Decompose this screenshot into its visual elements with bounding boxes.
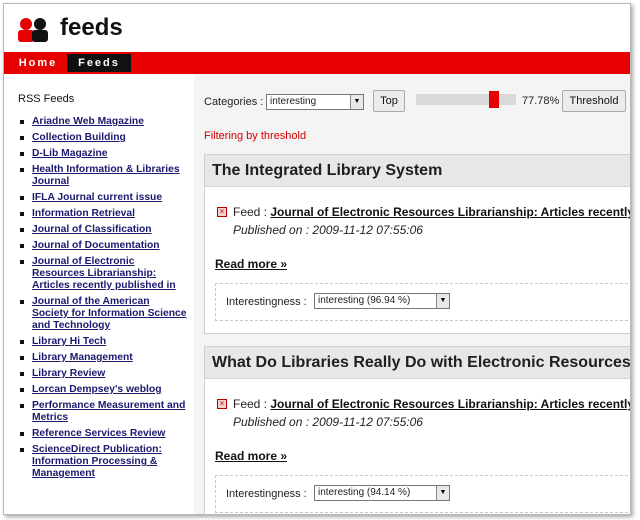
interestingness-label: Interestingness :: [226, 296, 307, 308]
broken-image-icon: ×: [217, 399, 227, 409]
threshold-slider[interactable]: [416, 94, 516, 105]
feed-link[interactable]: Collection Building: [32, 132, 126, 143]
categories-selected-value: interesting: [270, 96, 317, 107]
chevron-down-icon: ▼: [436, 486, 449, 500]
article-header: The Integrated Library System: [205, 155, 630, 187]
article-feed-line: Feed : Journal of Electronic Resources L…: [233, 205, 630, 219]
sidebar: RSS Feeds Ariadne Web Magazine Collectio…: [4, 74, 194, 514]
list-item: IFLA Journal current issue: [18, 192, 188, 204]
article-title[interactable]: What Do Libraries Really Do with Electro…: [212, 354, 630, 372]
site-title: feeds: [60, 14, 123, 41]
chevron-down-icon: ▼: [436, 294, 449, 308]
feed-link[interactable]: Journal of Documentation: [32, 240, 160, 251]
interestingness-select[interactable]: interesting (96.94 %) ▼: [314, 293, 450, 309]
list-item: Lorcan Dempsey's weblog: [18, 384, 188, 396]
list-item: Reference Services Review: [18, 428, 188, 440]
feed-link[interactable]: Reference Services Review: [32, 428, 165, 439]
list-item: Journal of Electronic Resources Libraria…: [18, 256, 188, 292]
interestingness-select[interactable]: interesting (94.14 %) ▼: [314, 485, 450, 501]
feed-link[interactable]: IFLA Journal current issue: [32, 192, 162, 203]
interestingness-value: interesting (96.94 %): [318, 295, 411, 306]
main-content: Categories : interesting ▼ Top 77.78% Th…: [194, 74, 630, 514]
list-item: Health Information & Libraries Journal: [18, 164, 188, 188]
list-item: ScienceDirect Publication: Information P…: [18, 444, 188, 480]
list-item: Performance Measurement and Metrics: [18, 400, 188, 424]
threshold-value: 77.78%: [522, 95, 560, 107]
interestingness-label: Interestingness :: [226, 488, 307, 500]
top-button[interactable]: Top: [373, 90, 405, 112]
site-header: feeds: [4, 4, 630, 52]
people-icon: [18, 18, 48, 42]
article-title[interactable]: The Integrated Library System: [212, 162, 442, 180]
article-feed-line: Feed : Journal of Electronic Resources L…: [233, 397, 630, 411]
read-more-link[interactable]: Read more »: [215, 449, 287, 463]
list-item: D-Lib Magazine: [18, 148, 188, 160]
feed-link[interactable]: Ariadne Web Magazine: [32, 116, 144, 127]
nav-feeds[interactable]: Feeds: [67, 54, 131, 72]
feed-label: Feed :: [233, 205, 268, 219]
nav-home[interactable]: Home: [10, 54, 66, 72]
feed-link[interactable]: D-Lib Magazine: [32, 148, 108, 159]
categories-select[interactable]: interesting ▼: [266, 94, 364, 110]
threshold-slider-handle[interactable]: [488, 91, 499, 108]
main-nav: Home Feeds: [4, 52, 630, 74]
threshold-button[interactable]: Threshold: [562, 90, 626, 112]
toolbar: Categories : interesting ▼ Top 77.78% Th…: [194, 74, 630, 124]
feed-label: Feed :: [233, 397, 268, 411]
article-card: What Do Libraries Really Do with Electro…: [204, 346, 630, 514]
feed-link[interactable]: Journal of Classification: [32, 224, 152, 235]
feed-link[interactable]: Library Management: [32, 352, 133, 363]
interestingness-box: Interestingness : interesting (94.14 %) …: [215, 475, 630, 513]
feed-source-link[interactable]: Journal of Electronic Resources Libraria…: [270, 397, 630, 411]
feed-link[interactable]: Journal of Electronic Resources Libraria…: [32, 256, 176, 291]
article-header: What Do Libraries Really Do with Electro…: [205, 347, 630, 379]
feed-source-link[interactable]: Journal of Electronic Resources Libraria…: [270, 205, 630, 219]
feed-link[interactable]: Lorcan Dempsey's weblog: [32, 384, 161, 395]
feed-link[interactable]: Information Retrieval: [32, 208, 135, 219]
feed-link[interactable]: Health Information & Libraries Journal: [32, 164, 180, 187]
published-date: Published on : 2009-11-12 07:55:06: [233, 223, 423, 237]
feed-link[interactable]: Journal of the American Society for Info…: [32, 296, 187, 331]
sidebar-title: RSS Feeds: [18, 93, 75, 105]
categories-label: Categories :: [204, 96, 264, 108]
interestingness-value: interesting (94.14 %): [318, 487, 411, 498]
article-card: The Integrated Library System × Feed : J…: [204, 154, 630, 334]
list-item: Ariadne Web Magazine: [18, 116, 188, 128]
broken-image-icon: ×: [217, 207, 227, 217]
filter-message: Filtering by threshold: [204, 130, 307, 142]
list-item: Library Hi Tech: [18, 336, 188, 348]
chevron-down-icon: ▼: [350, 95, 363, 109]
feed-link[interactable]: Library Review: [32, 368, 105, 379]
list-item: Collection Building: [18, 132, 188, 144]
list-item: Journal of Classification: [18, 224, 188, 236]
list-item: Library Management: [18, 352, 188, 364]
feed-link[interactable]: Library Hi Tech: [32, 336, 106, 347]
list-item: Information Retrieval: [18, 208, 188, 220]
list-item: Library Review: [18, 368, 188, 380]
interestingness-box: Interestingness : interesting (96.94 %) …: [215, 283, 630, 321]
app-window: feeds Home Feeds RSS Feeds Ariadne Web M…: [3, 3, 631, 515]
list-item: Journal of the American Society for Info…: [18, 296, 188, 332]
feed-link[interactable]: ScienceDirect Publication: Information P…: [32, 444, 162, 479]
published-date: Published on : 2009-11-12 07:55:06: [233, 415, 423, 429]
read-more-link[interactable]: Read more »: [215, 257, 287, 271]
list-item: Journal of Documentation: [18, 240, 188, 252]
feed-link[interactable]: Performance Measurement and Metrics: [32, 400, 185, 423]
feed-list: Ariadne Web Magazine Collection Building…: [18, 116, 188, 484]
